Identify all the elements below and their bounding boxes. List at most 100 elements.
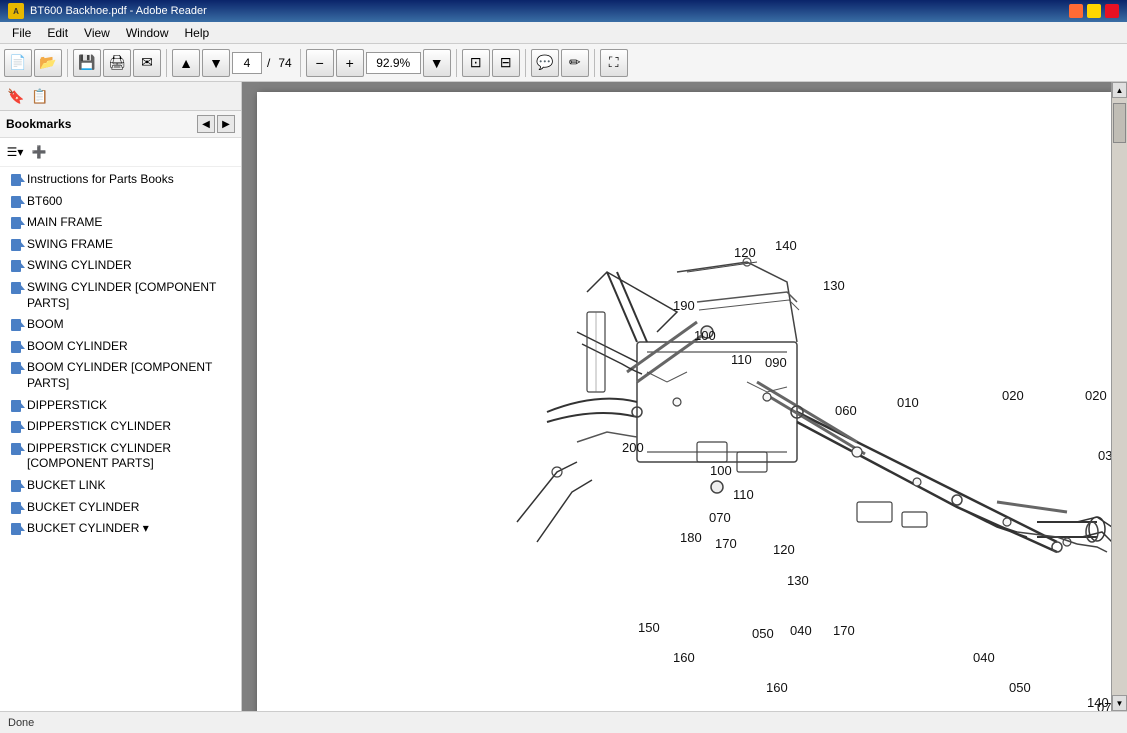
pdf-viewer[interactable]: 140 130 120 190 100 110 090 060 010 020 …	[242, 82, 1127, 711]
bookmark-main-frame[interactable]: MAIN FRAME	[0, 212, 241, 234]
scroll-up-btn[interactable]: ▲	[1112, 82, 1127, 98]
svg-text:200: 200	[622, 440, 644, 455]
bookmark-instructions[interactable]: Instructions for Parts Books	[0, 169, 241, 191]
bookmark-boom-cyl-comp[interactable]: BOOM CYLINDER [COMPONENT PARTS]	[0, 357, 241, 394]
bookmarks-header: Bookmarks ◀ ▶	[0, 111, 241, 138]
minimize-btn[interactable]	[1069, 4, 1083, 18]
bookmark-page-icon	[10, 399, 22, 413]
close-btn[interactable]	[1105, 4, 1119, 18]
page-total: 74	[275, 56, 294, 70]
bookmark-label: BUCKET CYLINDER	[27, 500, 235, 516]
bookmark-dipperstick-cyl[interactable]: DIPPERSTICK CYLINDER	[0, 416, 241, 438]
scroll-down-btn[interactable]: ▼	[1112, 695, 1127, 711]
svg-text:170: 170	[715, 536, 737, 551]
menu-window[interactable]: Window	[118, 24, 177, 42]
bookmark-page-icon	[10, 420, 22, 434]
sep2	[166, 49, 167, 77]
sep1	[67, 49, 68, 77]
bookmark-label: BUCKET LINK	[27, 478, 235, 494]
bookmark-page-icon	[10, 340, 22, 354]
bookmark-bucket-cyl2[interactable]: BUCKET CYLINDER ▾	[0, 518, 241, 540]
svg-text:020: 020	[1002, 388, 1024, 403]
bookmark-label: Instructions for Parts Books	[27, 172, 235, 188]
prev-page-btn[interactable]: ▲	[172, 49, 200, 77]
svg-text:130: 130	[787, 573, 809, 588]
bookmark-label: BOOM CYLINDER	[27, 339, 235, 355]
diagram-svg: 140 130 120 190 100 110 090 060 010 020 …	[257, 92, 1112, 711]
bookmark-label: DIPPERSTICK CYLINDER	[27, 419, 235, 435]
titlebar: A BT600 Backhoe.pdf - Adobe Reader	[0, 0, 1127, 22]
zoom-out-btn[interactable]: −	[306, 49, 334, 77]
next-page-btn[interactable]: ▼	[202, 49, 230, 77]
bookmark-label: DIPPERSTICK	[27, 398, 235, 414]
bookmark-page-icon	[10, 501, 22, 515]
svg-text:150: 150	[801, 708, 823, 711]
fit-page-btn[interactable]: ⊡	[462, 49, 490, 77]
expand-panel-btn[interactable]: ▶	[217, 115, 235, 133]
bookmark-label: BOOM	[27, 317, 235, 333]
bookmark-bucket-link[interactable]: BUCKET LINK	[0, 475, 241, 497]
new-btn[interactable]: 📄	[4, 49, 32, 77]
svg-text:100: 100	[710, 463, 732, 478]
bookmark-swing-cyl[interactable]: SWING CYLINDER	[0, 255, 241, 277]
bookmark-label: DIPPERSTICK CYLINDER [COMPONENT PARTS]	[27, 441, 235, 472]
right-scrollbar[interactable]: ▲ ▼	[1111, 82, 1127, 711]
menubar: File Edit View Window Help	[0, 22, 1127, 44]
bookmark-page-icon	[10, 259, 22, 273]
svg-text:170: 170	[833, 623, 855, 638]
svg-text:110: 110	[733, 487, 754, 502]
bookmark-bucket-cyl1[interactable]: BUCKET CYLINDER	[0, 497, 241, 519]
zoom-dropdown-btn[interactable]: ▼	[423, 49, 451, 77]
toolbar: 📄 📂 💾 🖨 ✉ ▲ ▼ / 74 − + ▼ ⊡ ⊟ 💬 ✏ ⛶	[0, 44, 1127, 82]
email-btn[interactable]: ✉	[133, 49, 161, 77]
save-btn[interactable]: 💾	[73, 49, 101, 77]
bookmark-dipperstick-cyl-comp[interactable]: DIPPERSTICK CYLINDER [COMPONENT PARTS]	[0, 438, 241, 475]
bookmark-swing-cyl-comp[interactable]: SWING CYLINDER [COMPONENT PARTS]	[0, 277, 241, 314]
scroll-track[interactable]	[1112, 98, 1127, 695]
menu-edit[interactable]: Edit	[39, 24, 76, 42]
bookmarks-title: Bookmarks	[6, 117, 71, 131]
panel-tabs: 🔖 📋	[0, 82, 241, 111]
page-input[interactable]	[232, 52, 262, 74]
bookmark-bt600[interactable]: BT600	[0, 191, 241, 213]
menu-help[interactable]: Help	[177, 24, 218, 42]
fullscreen-btn[interactable]: ⛶	[600, 49, 628, 77]
panel-icon-pages[interactable]: 📋	[29, 85, 51, 107]
menu-file[interactable]: File	[4, 24, 39, 42]
bookmark-dipperstick[interactable]: DIPPERSTICK	[0, 395, 241, 417]
bookmark-page-icon	[10, 361, 22, 375]
bookmark-label: SWING CYLINDER [COMPONENT PARTS]	[27, 280, 235, 311]
bookmark-swing-frame[interactable]: SWING FRAME	[0, 234, 241, 256]
bookmark-page-icon	[10, 281, 22, 295]
svg-text:130: 130	[823, 278, 845, 293]
comment-btn[interactable]: 💬	[531, 49, 559, 77]
svg-text:050: 050	[1009, 680, 1031, 695]
scroll-thumb[interactable]	[1113, 103, 1126, 143]
print-btn[interactable]: 🖨	[103, 49, 131, 77]
bookmark-boom-cyl[interactable]: BOOM CYLINDER	[0, 336, 241, 358]
bookmark-label: BT600	[27, 194, 235, 210]
bookmarks-add-btn[interactable]: ➕	[28, 141, 50, 163]
bookmark-page-icon	[10, 318, 22, 332]
bookmarks-list[interactable]: Instructions for Parts Books BT600 MAIN …	[0, 167, 241, 711]
maximize-btn[interactable]	[1087, 4, 1101, 18]
bookmarks-menu-btn[interactable]: ☰▾	[4, 141, 26, 163]
svg-text:160: 160	[673, 650, 695, 665]
bookmark-page-icon	[10, 479, 22, 493]
svg-text:070: 070	[709, 510, 731, 525]
zoom-input[interactable]	[366, 52, 421, 74]
menu-view[interactable]: View	[76, 24, 118, 42]
zoom-in-btn[interactable]: +	[336, 49, 364, 77]
bookmark-page-icon	[10, 173, 22, 187]
bookmark-boom[interactable]: BOOM	[0, 314, 241, 336]
bookmark-label: BUCKET CYLINDER ▾	[27, 521, 235, 537]
panel-icon-bookmarks[interactable]: 🔖	[5, 85, 27, 107]
svg-text:120: 120	[734, 245, 756, 260]
fit-width-btn[interactable]: ⊟	[492, 49, 520, 77]
markup-btn[interactable]: ✏	[561, 49, 589, 77]
collapse-panel-btn[interactable]: ◀	[197, 115, 215, 133]
svg-text:100: 100	[694, 328, 716, 343]
svg-text:040: 040	[790, 623, 812, 638]
svg-text:180: 180	[680, 530, 702, 545]
open-btn[interactable]: 📂	[34, 49, 62, 77]
